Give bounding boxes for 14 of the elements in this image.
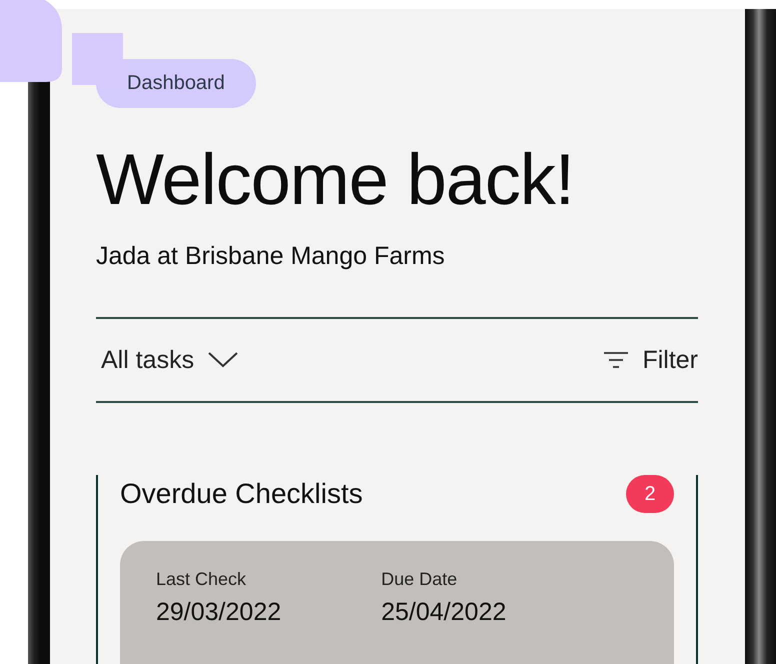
task-dropdown[interactable]: All tasks [96, 346, 238, 374]
count-badge: 2 [626, 475, 674, 513]
section-title: Overdue Checklists [120, 478, 363, 510]
welcome-subtitle: Jada at Brisbane Mango Farms [96, 242, 445, 271]
field-label: Due Date [381, 569, 458, 590]
filter-icon [604, 351, 628, 369]
filter-button[interactable]: Filter [604, 346, 698, 374]
checklist-card[interactable]: Last Check 29/03/2022 Due Date 25/04/2022 [120, 541, 674, 664]
dashboard-tag: Dashboard [96, 59, 256, 108]
field-value: 29/03/2022 [156, 598, 282, 627]
chevron-down-icon [208, 352, 238, 368]
welcome-title: Welcome back! [96, 144, 574, 216]
field-value: 25/04/2022 [381, 598, 506, 627]
field-label: Last Check [156, 569, 248, 590]
